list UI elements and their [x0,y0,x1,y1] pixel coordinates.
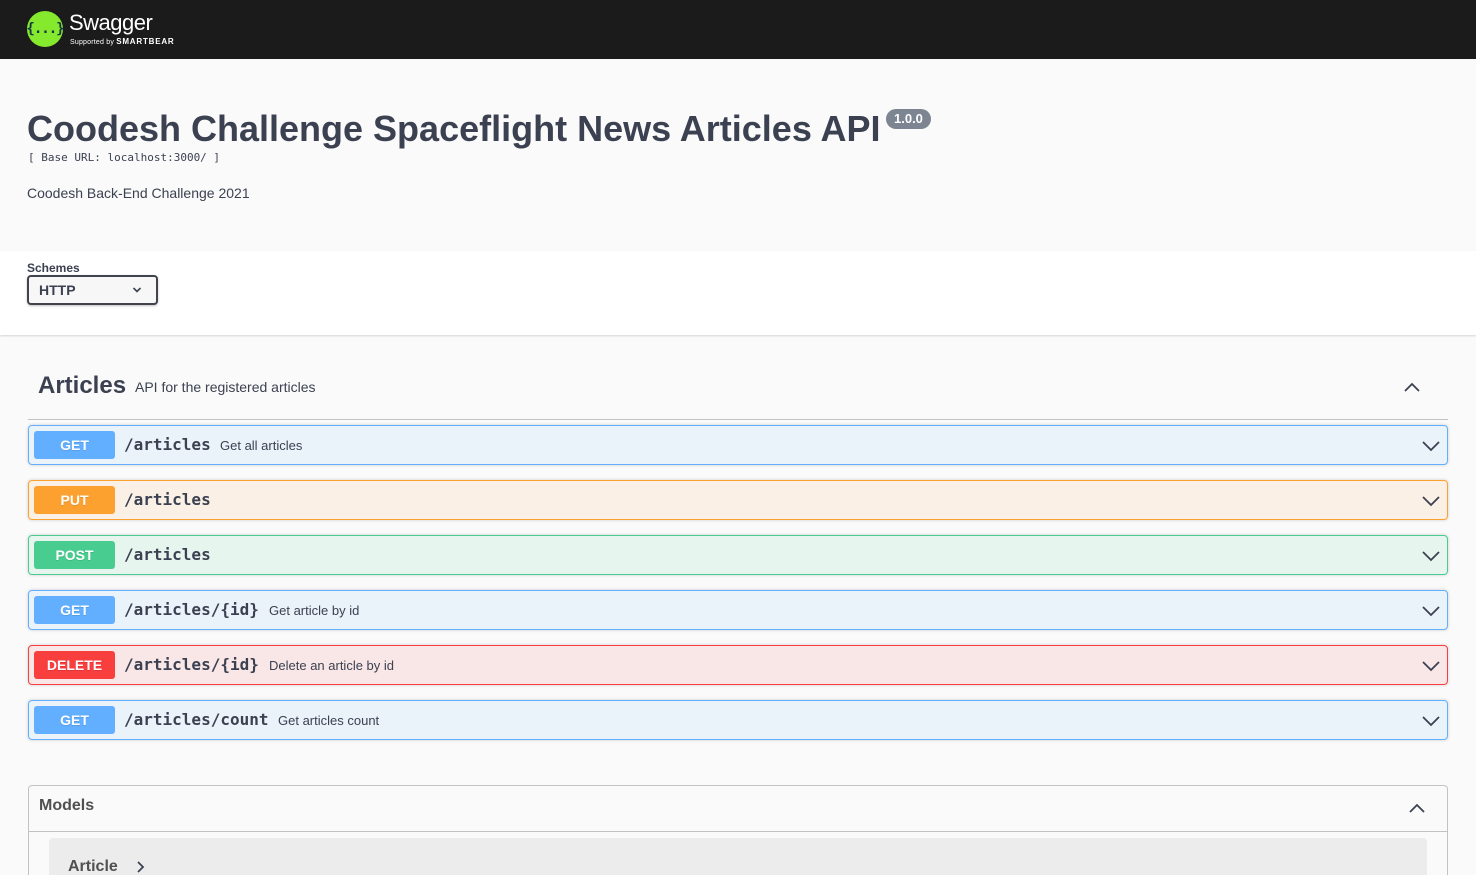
base-url: [ Base URL: localhost:3000/ ] [28,151,221,164]
swagger-logo-link[interactable]: {...} Swagger Supported by SMARTBEAR [26,8,175,50]
operation-path: /articles/{id} [124,655,259,674]
model-name: Article [68,858,118,875]
model-article[interactable]: Article [49,838,1427,875]
method-badge: PUT [34,486,115,514]
logo-subtitle: Supported by SMARTBEAR [70,37,175,46]
collapse-arrow-icon[interactable] [1407,798,1427,818]
logo-text: Swagger Supported by SMARTBEAR [69,10,175,47]
models-title: Models [39,797,95,814]
api-title: Coodesh Challenge Spaceflight News Artic… [27,108,881,149]
collapse-arrow-icon[interactable] [1402,377,1422,397]
tag-description: API for the registered articles [135,379,316,395]
chevron-right-icon [137,861,145,873]
operation-path: /articles [124,435,211,454]
operation-path: /articles/count [124,710,269,729]
version-badge: 1.0.0 [886,109,931,129]
operation-summary: Get all articles [220,438,303,453]
expand-arrow-icon[interactable] [1421,712,1441,730]
schemes-selected-value: HTTP [39,282,76,298]
operation-post-articles[interactable]: POST /articles [28,535,1448,575]
operation-delete-article-by-id[interactable]: DELETE /articles/{id} Delete an article … [28,645,1448,685]
topbar: {...} Swagger Supported by SMARTBEAR [0,0,1476,59]
logo-name: Swagger [69,10,153,35]
models-header[interactable]: Models [29,786,1447,832]
operation-path: /articles [124,490,211,509]
operation-path: /articles/{id} [124,600,259,619]
schemes-label: Schemes [27,261,80,275]
method-badge: POST [34,541,115,569]
tag-header-articles[interactable]: Articles API for the registered articles [28,355,1448,420]
expand-arrow-icon[interactable] [1421,602,1441,620]
schemes-select[interactable]: HTTP [27,275,158,305]
expand-arrow-icon[interactable] [1421,547,1441,565]
method-badge: DELETE [34,651,115,679]
models-section: Models Article [28,785,1448,875]
tag-name: Articles [38,372,127,399]
method-badge: GET [34,706,115,734]
api-description: Coodesh Back-End Challenge 2021 [27,185,250,201]
operation-summary: Get articles count [278,713,380,728]
method-badge: GET [34,596,115,624]
expand-arrow-icon[interactable] [1421,437,1441,455]
logo-sub-brand: SMARTBEAR [116,37,175,46]
operation-get-article-by-id[interactable]: GET /articles/{id} Get article by id [28,590,1448,630]
expand-arrow-icon[interactable] [1421,657,1441,675]
operation-summary: Delete an article by id [269,658,395,673]
operation-get-articles-count[interactable]: GET /articles/count Get articles count [28,700,1448,740]
scheme-container: Schemes HTTP [0,251,1476,335]
operation-get-articles[interactable]: GET /articles Get all articles [28,425,1448,465]
expand-arrow-icon[interactable] [1421,492,1441,510]
method-badge: GET [34,431,115,459]
chevron-down-icon [132,287,142,293]
operation-put-articles[interactable]: PUT /articles [28,480,1448,520]
logo-sub-prefix: Supported by [70,39,115,46]
operation-path: /articles [124,545,211,564]
operation-summary: Get article by id [269,603,360,618]
swagger-logo-icon: {...} [26,11,65,47]
